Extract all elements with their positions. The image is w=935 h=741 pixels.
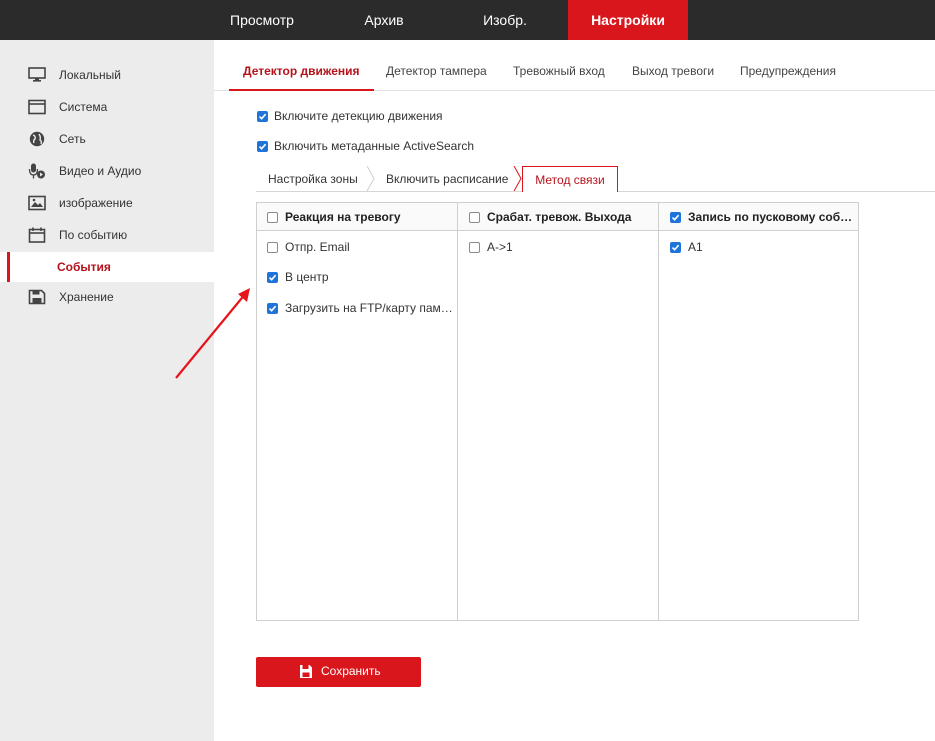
list-item-label: В центр: [285, 270, 329, 284]
sidebar-item-label: Сеть: [59, 132, 86, 146]
calendar-icon: [28, 227, 46, 243]
save-icon: [300, 665, 312, 678]
sidebar-item-system[interactable]: Система: [0, 92, 214, 122]
list-item-label: A1: [688, 240, 703, 254]
notify-center-checkbox[interactable]: [267, 272, 278, 283]
upload-ftp-checkbox[interactable]: [267, 303, 278, 314]
alarm-output-a1-checkbox[interactable]: [469, 242, 480, 253]
tab-active-underline: [229, 89, 374, 91]
window-icon: [28, 99, 46, 115]
globe-icon: [29, 131, 45, 147]
list-item-label: A->1: [487, 240, 513, 254]
enable-metadata-label: Включить метаданные ActiveSearch: [274, 139, 474, 153]
linkage-column-alarm-output: Срабат. тревож. Выхода A->1: [458, 203, 659, 620]
subtab-arming-schedule[interactable]: Включить расписание: [386, 166, 508, 190]
topnav-configuration[interactable]: Настройки: [568, 0, 688, 40]
subtab-area-settings[interactable]: Настройка зоны: [268, 166, 358, 190]
tab-alarm-input[interactable]: Тревожный вход: [513, 40, 605, 90]
save-button-label: Сохранить: [321, 664, 381, 678]
column-header: Реакция на тревогу: [257, 203, 457, 231]
topnav-preview[interactable]: Просмотр: [213, 0, 311, 40]
subtab-linkage-method[interactable]: Метод связи: [522, 166, 618, 192]
linkage-column-trigger-recording: Запись по пусковому соб… A1: [659, 203, 858, 620]
sidebar-item-video-audio[interactable]: Видео и Аудио: [0, 156, 214, 186]
column-header-label: Запись по пусковому соб…: [688, 210, 853, 224]
tab-exception[interactable]: Предупреждения: [740, 40, 836, 90]
column-header-label: Реакция на тревогу: [285, 210, 401, 224]
sidebar-item-label: Видео и Аудио: [59, 164, 142, 178]
save-button[interactable]: Сохранить: [256, 657, 421, 687]
tab-bar: Детектор движения Детектор тампера Трево…: [214, 40, 935, 91]
sidebar-item-label: События: [57, 260, 111, 274]
list-item-label: Отпр. Email: [285, 240, 350, 254]
sidebar-item-label: Хранение: [59, 290, 114, 304]
monitor-icon: [28, 67, 46, 82]
record-a1-checkbox[interactable]: [670, 242, 681, 253]
column-header: Запись по пусковому соб…: [659, 203, 858, 231]
top-navigation-bar: Просмотр Архив Изобр. Настройки: [0, 0, 935, 40]
tab-alarm-output[interactable]: Выход тревоги: [632, 40, 714, 90]
enable-metadata-checkbox[interactable]: [257, 141, 268, 152]
topnav-picture[interactable]: Изобр.: [460, 0, 550, 40]
floppy-disk-icon: [28, 289, 46, 305]
column-header: Срабат. тревож. Выхода: [458, 203, 658, 231]
sidebar-item-label: Система: [59, 100, 108, 114]
sidebar-subitem-events[interactable]: События: [0, 252, 214, 282]
sidebar: Локальный Система Сеть Видео и Аудио изо…: [0, 40, 214, 741]
tab-motion-detection[interactable]: Детектор движения: [229, 40, 374, 91]
enable-motion-label: Включите детекцию движения: [274, 109, 443, 123]
sidebar-item-local[interactable]: Локальный: [0, 60, 214, 90]
sidebar-item-label: По событию: [59, 228, 128, 242]
column-select-all-checkbox[interactable]: [670, 212, 681, 223]
enable-motion-checkbox[interactable]: [257, 111, 268, 122]
sidebar-item-event[interactable]: По событию: [0, 220, 214, 250]
sidebar-item-image[interactable]: изображение: [0, 188, 214, 218]
notify-email-checkbox[interactable]: [267, 242, 278, 253]
image-icon: [28, 195, 46, 211]
topnav-playback[interactable]: Архив: [340, 0, 428, 40]
tab-tamper-detection[interactable]: Детектор тампера: [386, 40, 487, 90]
column-header-label: Срабат. тревож. Выхода: [487, 210, 632, 224]
sidebar-item-label: изображение: [59, 196, 133, 210]
annotation-arrow-icon: [175, 288, 250, 379]
subtab-bar: Настройка зоны Включить расписание Метод…: [256, 166, 935, 192]
sidebar-item-label: Локальный: [59, 68, 121, 82]
microphone-icon: [28, 163, 45, 179]
active-indicator: [7, 252, 10, 282]
column-select-all-checkbox[interactable]: [267, 212, 278, 223]
chevron-right-icon: [366, 166, 375, 191]
tab-label: Детектор движения: [243, 64, 360, 78]
linkage-table: Реакция на тревогу Отпр. Email В центр З…: [256, 202, 859, 621]
linkage-column-normal: Реакция на тревогу Отпр. Email В центр З…: [257, 203, 458, 620]
sidebar-item-network[interactable]: Сеть: [0, 124, 214, 154]
column-select-all-checkbox[interactable]: [469, 212, 480, 223]
list-item-label: Загрузить на FTP/карту пам…: [285, 301, 453, 315]
